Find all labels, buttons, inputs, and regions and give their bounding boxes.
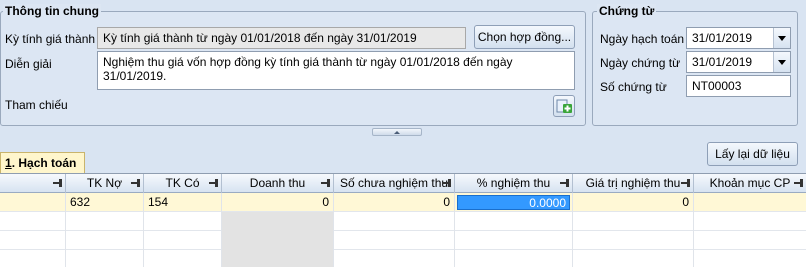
choose-contract-button[interactable]: Chọn hợp đồng... (474, 25, 575, 49)
col-header-debit[interactable]: TK Nợ (66, 174, 144, 193)
row-selector-cell[interactable] (0, 212, 66, 231)
percent-cell[interactable]: 0.0000 (455, 193, 573, 212)
posting-date-field[interactable]: 31/01/2019 (686, 27, 791, 49)
not-accepted-cell[interactable] (334, 231, 455, 250)
voucher-date-field[interactable]: 31/01/2019 (686, 51, 791, 73)
percent-cell[interactable] (455, 250, 573, 267)
voucher-date-label: Ngày chứng từ (600, 56, 681, 70)
cost-item-cell[interactable] (694, 250, 806, 267)
credit-account-cell[interactable] (144, 250, 222, 267)
not-accepted-cell[interactable] (334, 212, 455, 231)
debit-account-cell[interactable] (66, 231, 144, 250)
pin-icon (53, 178, 62, 188)
revenue-cell (222, 212, 334, 231)
accounting-grid: TK Nợ TK Có Doanh thu Số chưa nghiệm thu… (0, 173, 806, 267)
posting-date-dropdown[interactable] (773, 28, 790, 48)
col-header-accepted-value[interactable]: Giá trị nghiệm thu (573, 174, 694, 193)
voucher-no-field[interactable]: NT00003 (686, 75, 791, 97)
not-accepted-cell[interactable]: 0 (334, 193, 455, 212)
col-header-revenue[interactable]: Doanh thu (222, 174, 334, 193)
accepted-value-cell[interactable] (573, 231, 694, 250)
reload-data-button[interactable]: Lấy lại dữ liệu (707, 142, 798, 166)
tab-accounting[interactable]: 1. Hạch toán (0, 152, 85, 174)
period-field: Kỳ tính giá thành từ ngày 01/01/2018 đến… (97, 27, 466, 49)
cost-item-cell[interactable] (694, 212, 806, 231)
pin-icon (560, 178, 569, 188)
col-header-percent[interactable]: % nghiệm thu (455, 174, 573, 193)
credit-account-cell[interactable] (144, 231, 222, 250)
cost-item-cell[interactable] (694, 231, 806, 250)
row-selector-cell[interactable] (0, 231, 66, 250)
voucher-title: Chứng từ (597, 4, 657, 18)
voucher-date-dropdown[interactable] (773, 52, 790, 72)
pin-icon (131, 178, 140, 188)
debit-account-cell[interactable]: 632 (66, 193, 144, 212)
credit-account-cell[interactable] (144, 212, 222, 231)
description-field[interactable]: Nghiệm thu giá vốn hợp đồng kỳ tính giá … (97, 51, 575, 90)
panel-collapse-handle[interactable] (372, 128, 422, 136)
revenue-cell (222, 231, 334, 250)
posting-date-label: Ngày hạch toán (600, 32, 685, 46)
pin-icon (442, 178, 451, 188)
pin-icon (209, 178, 218, 188)
table-row[interactable] (0, 231, 806, 250)
reference-label: Tham chiếu (5, 98, 68, 112)
description-label: Diễn giải (5, 57, 52, 71)
chevron-up-icon (394, 131, 400, 134)
revenue-cell (222, 250, 334, 267)
col-header-credit[interactable]: TK Có (144, 174, 222, 193)
tab-accounting-number: 1 (5, 156, 12, 170)
posting-date-value: 31/01/2019 (692, 31, 753, 45)
add-reference-button[interactable] (553, 95, 575, 117)
col-header-cost-item[interactable]: Khoản mục CP (694, 174, 806, 193)
table-row[interactable]: 632 154 0 0 0.0000 0 (0, 193, 806, 212)
revenue-cell[interactable]: 0 (222, 193, 334, 212)
debit-account-cell[interactable] (66, 250, 144, 267)
col-header-not-accepted[interactable]: Số chưa nghiệm thu (334, 174, 455, 193)
tab-accounting-label: . Hạch toán (11, 156, 77, 170)
voucher-date-value: 31/01/2019 (692, 55, 753, 69)
grid-col-selector[interactable] (0, 174, 66, 193)
chevron-down-icon (778, 35, 786, 41)
row-selector-cell[interactable] (0, 250, 66, 267)
pin-icon (681, 178, 690, 188)
general-info-title: Thông tin chung (3, 4, 101, 18)
period-label: Kỳ tính giá thành (5, 32, 96, 46)
debit-account-cell[interactable] (66, 212, 144, 231)
chevron-down-icon (778, 59, 786, 65)
percent-input[interactable]: 0.0000 (457, 195, 570, 210)
voucher-no-label: Số chứng từ (600, 80, 667, 94)
not-accepted-cell[interactable] (334, 250, 455, 267)
table-row[interactable] (0, 212, 806, 231)
accepted-value-cell[interactable] (573, 250, 694, 267)
pin-icon (794, 178, 803, 188)
percent-cell[interactable] (455, 231, 573, 250)
grid-header: TK Nợ TK Có Doanh thu Số chưa nghiệm thu… (0, 174, 806, 193)
pin-icon (321, 178, 330, 188)
accepted-value-cell[interactable] (573, 212, 694, 231)
add-plus-icon (556, 99, 572, 113)
accepted-value-cell[interactable]: 0 (573, 193, 694, 212)
row-selector-cell[interactable] (0, 193, 66, 212)
table-row[interactable] (0, 250, 806, 267)
cost-item-cell[interactable] (694, 193, 806, 212)
percent-cell[interactable] (455, 212, 573, 231)
credit-account-cell[interactable]: 154 (144, 193, 222, 212)
